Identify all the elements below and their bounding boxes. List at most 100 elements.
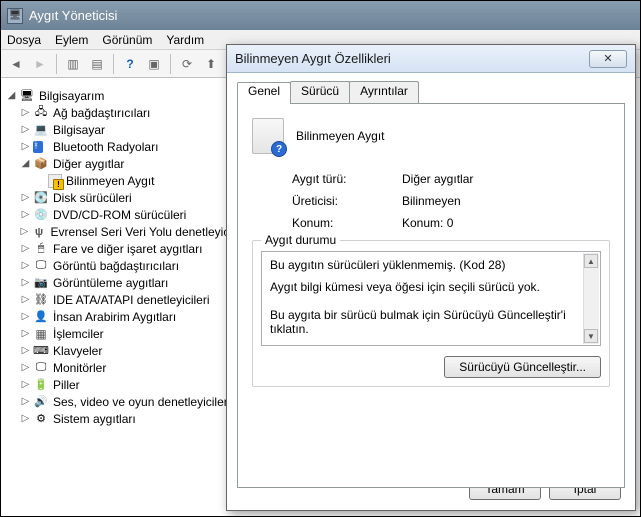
- expand-icon[interactable]: ▷: [20, 243, 31, 254]
- expand-icon[interactable]: ▷: [20, 362, 31, 373]
- tab-strip: Genel Sürücü Ayrıntılar: [237, 81, 625, 103]
- tree-item[interactable]: ▷ Fare ve diğer işaret aygıtları: [6, 240, 248, 257]
- scan-button[interactable]: ⟳: [176, 53, 198, 75]
- imaging-icon: [33, 275, 49, 291]
- tree-item-label: Evrensel Seri Veri Yolu denetleyicileri: [51, 225, 248, 239]
- device-tree[interactable]: ◢ Bilgisayarım ▷Ağ bağdaştırıcıları▷Bilg…: [2, 79, 252, 515]
- dvd-icon: [33, 207, 49, 223]
- system-icon: [33, 411, 49, 427]
- device-name: Bilinmeyen Aygıt: [296, 129, 385, 143]
- separator: [170, 54, 171, 74]
- menu-help[interactable]: Yardım: [166, 33, 204, 47]
- tree-item[interactable]: ▷Görüntü bağdaştırıcıları: [6, 257, 248, 274]
- app-icon: [7, 8, 23, 24]
- tree-item[interactable]: ▷ Piller: [6, 376, 248, 393]
- tree-item[interactable]: ▷ Evrensel Seri Veri Yolu denetleyicileri: [6, 223, 248, 240]
- device-type-label: Aygıt türü:: [292, 172, 402, 186]
- expand-icon[interactable]: ▷: [20, 413, 31, 424]
- expand-icon[interactable]: ▷: [20, 141, 31, 152]
- usb-icon: [32, 224, 47, 240]
- expand-icon[interactable]: ▷: [20, 260, 31, 271]
- tree-item[interactable]: ▷ Görüntüleme aygıtları: [6, 274, 248, 291]
- expand-icon[interactable]: ▷: [20, 294, 31, 305]
- device-manager-window: Aygıt Yöneticisi Dosya Eylem Görünüm Yar…: [0, 0, 641, 517]
- expand-icon[interactable]: ▷: [20, 209, 31, 220]
- device-type-value: Diğer aygıtlar: [402, 172, 473, 186]
- menu-file[interactable]: Dosya: [7, 33, 41, 47]
- display-adapter-icon: [33, 258, 49, 274]
- other-devices-icon: [33, 156, 49, 172]
- tree-item[interactable]: Bilinmeyen Aygıt: [6, 172, 248, 189]
- expand-icon[interactable]: ▷: [20, 396, 31, 407]
- tree-item-label: Piller: [53, 378, 80, 392]
- tree-item-label: IDE ATA/ATAPI denetleyicileri: [53, 293, 210, 307]
- tree-item[interactable]: ▷Klavyeler: [6, 342, 248, 359]
- tree-item[interactable]: ▷ Monitörler: [6, 359, 248, 376]
- tree-root[interactable]: ◢ Bilgisayarım: [6, 87, 248, 104]
- window-title: Aygıt Yöneticisi: [29, 8, 117, 23]
- collapse-icon[interactable]: ◢: [6, 90, 17, 101]
- battery-icon: [33, 377, 49, 393]
- tree-item[interactable]: ▷ Bilgisayar: [6, 121, 248, 138]
- back-button[interactable]: ◄: [5, 53, 27, 75]
- tree-item-label: Monitörler: [53, 361, 106, 375]
- tree-item[interactable]: ▷ DVD/CD-ROM sürücüleri: [6, 206, 248, 223]
- help-button[interactable]: ?: [119, 53, 141, 75]
- tab-driver[interactable]: Sürücü: [290, 81, 350, 103]
- unknown-device-icon: [48, 174, 62, 188]
- expand-icon[interactable]: ▷: [20, 107, 31, 118]
- tab-details[interactable]: Ayrıntılar: [349, 81, 419, 103]
- expand-icon[interactable]: ▷: [19, 226, 29, 237]
- expand-icon[interactable]: ▷: [20, 311, 31, 322]
- titlebar[interactable]: Aygıt Yöneticisi: [1, 1, 640, 30]
- close-button[interactable]: ✕: [589, 50, 627, 68]
- ide-icon: [33, 292, 49, 308]
- tree-item-label: Disk sürücüleri: [53, 191, 132, 205]
- tree-item[interactable]: ▷İşlemciler: [6, 325, 248, 342]
- expand-icon[interactable]: ▷: [20, 277, 31, 288]
- collapse-icon[interactable]: ◢: [20, 158, 31, 169]
- device-status-text[interactable]: Bu aygıtın sürücüleri yüklenmemiş. (Kod …: [261, 251, 601, 346]
- device-status-group: Aygıt durumu Bu aygıtın sürücüleri yükle…: [252, 240, 610, 387]
- tree-item-label: Ses, video ve oyun denetleyicileri: [53, 395, 230, 409]
- tree-item-label: DVD/CD-ROM sürücüleri: [53, 208, 186, 222]
- separator: [113, 54, 114, 74]
- bluetooth-icon: [33, 139, 49, 155]
- tree-item-label: Fare ve diğer işaret aygıtları: [53, 242, 202, 256]
- show-hide-tree-button[interactable]: ▥: [62, 53, 84, 75]
- tree-item[interactable]: ▷ İnsan Arabirim Aygıtları: [6, 308, 248, 325]
- refresh-button[interactable]: ▣: [143, 53, 165, 75]
- status-line-3: Bu aygıta bir sürücü bulmak için Sürücüy…: [270, 308, 592, 336]
- tab-general[interactable]: Genel: [237, 82, 291, 104]
- tree-item[interactable]: ▷ Disk sürücüleri: [6, 189, 248, 206]
- tree-item-label: Görüntüleme aygıtları: [53, 276, 168, 290]
- tree-item[interactable]: ▷ IDE ATA/ATAPI denetleyicileri: [6, 291, 248, 308]
- expand-icon[interactable]: ▷: [20, 379, 31, 390]
- expand-icon[interactable]: ▷: [20, 124, 31, 135]
- dialog-titlebar[interactable]: Bilinmeyen Aygıt Özellikleri ✕: [227, 45, 635, 73]
- tree-item-label: İnsan Arabirim Aygıtları: [53, 310, 176, 324]
- scroll-up-icon[interactable]: ▲: [584, 254, 598, 268]
- update-driver-button[interactable]: Sürücüyü Güncelleştir...: [444, 356, 601, 378]
- manufacturer-label: Üreticisi:: [292, 194, 402, 208]
- status-line-1: Bu aygıtın sürücüleri yüklenmemiş. (Kod …: [270, 258, 592, 272]
- menu-view[interactable]: Görünüm: [102, 33, 152, 47]
- expand-icon[interactable]: ▷: [20, 328, 31, 339]
- update-driver-button[interactable]: ⬆: [200, 53, 222, 75]
- tree-item-label: Bilgisayar: [53, 123, 105, 137]
- properties-button[interactable]: ▤: [86, 53, 108, 75]
- computer-icon: [19, 88, 35, 104]
- tree-item-label: Sistem aygıtları: [53, 412, 136, 426]
- expand-icon[interactable]: ▷: [20, 192, 31, 203]
- tree-item[interactable]: ◢Diğer aygıtlar: [6, 155, 248, 172]
- dialog-title: Bilinmeyen Aygıt Özellikleri: [235, 51, 391, 66]
- tree-item[interactable]: ▷Ağ bağdaştırıcıları: [6, 104, 248, 121]
- device-icon: [252, 118, 284, 154]
- forward-button[interactable]: ►: [29, 53, 51, 75]
- tree-item[interactable]: ▷ Ses, video ve oyun denetleyicileri: [6, 393, 248, 410]
- menu-action[interactable]: Eylem: [55, 33, 88, 47]
- tree-item[interactable]: ▷Bluetooth Radyoları: [6, 138, 248, 155]
- expand-icon[interactable]: ▷: [20, 345, 31, 356]
- scroll-down-icon[interactable]: ▼: [584, 329, 598, 343]
- tree-item[interactable]: ▷ Sistem aygıtları: [6, 410, 248, 427]
